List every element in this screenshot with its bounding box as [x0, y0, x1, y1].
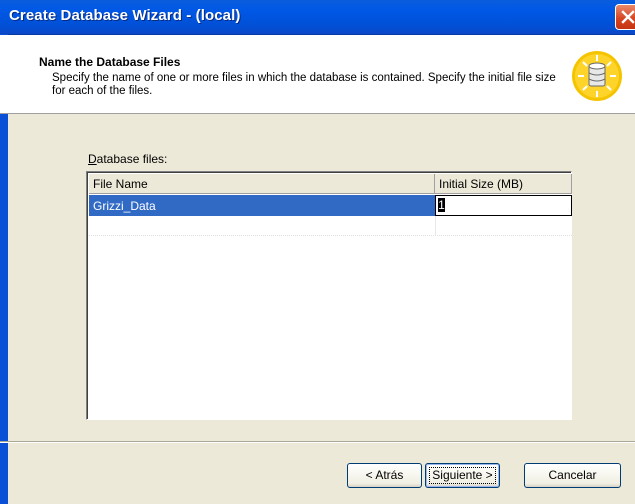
file-name-cell[interactable]: Grizzi_Data [89, 195, 435, 216]
next-button[interactable]: Siguiente > [425, 463, 500, 488]
button-separator [0, 441, 635, 443]
cancel-button[interactable]: Cancelar [524, 463, 621, 488]
database-files-grid[interactable]: File Name Initial Size (MB) Grizzi_Data … [86, 171, 572, 420]
wizard-header: Name the Database Files Specify the name… [0, 35, 635, 114]
initial-size-input[interactable]: 1 [438, 198, 445, 212]
back-button[interactable]: < Atrás [347, 463, 422, 488]
initial-size-cell[interactable]: 1 [435, 195, 572, 216]
window-title: Create Database Wizard - (local) [9, 7, 241, 24]
close-icon [621, 10, 635, 24]
column-header-file-name[interactable]: File Name [89, 174, 435, 194]
page-title: Name the Database Files [39, 55, 181, 69]
column-header-initial-size[interactable]: Initial Size (MB) [435, 174, 572, 194]
empty-row[interactable] [89, 216, 572, 236]
database-files-label: Database files: [88, 152, 168, 166]
close-button[interactable] [615, 4, 635, 30]
title-bar[interactable]: Create Database Wizard - (local) [0, 0, 635, 35]
page-description: Specify the name of one or more files in… [52, 72, 556, 97]
database-wizard-icon [572, 51, 622, 101]
